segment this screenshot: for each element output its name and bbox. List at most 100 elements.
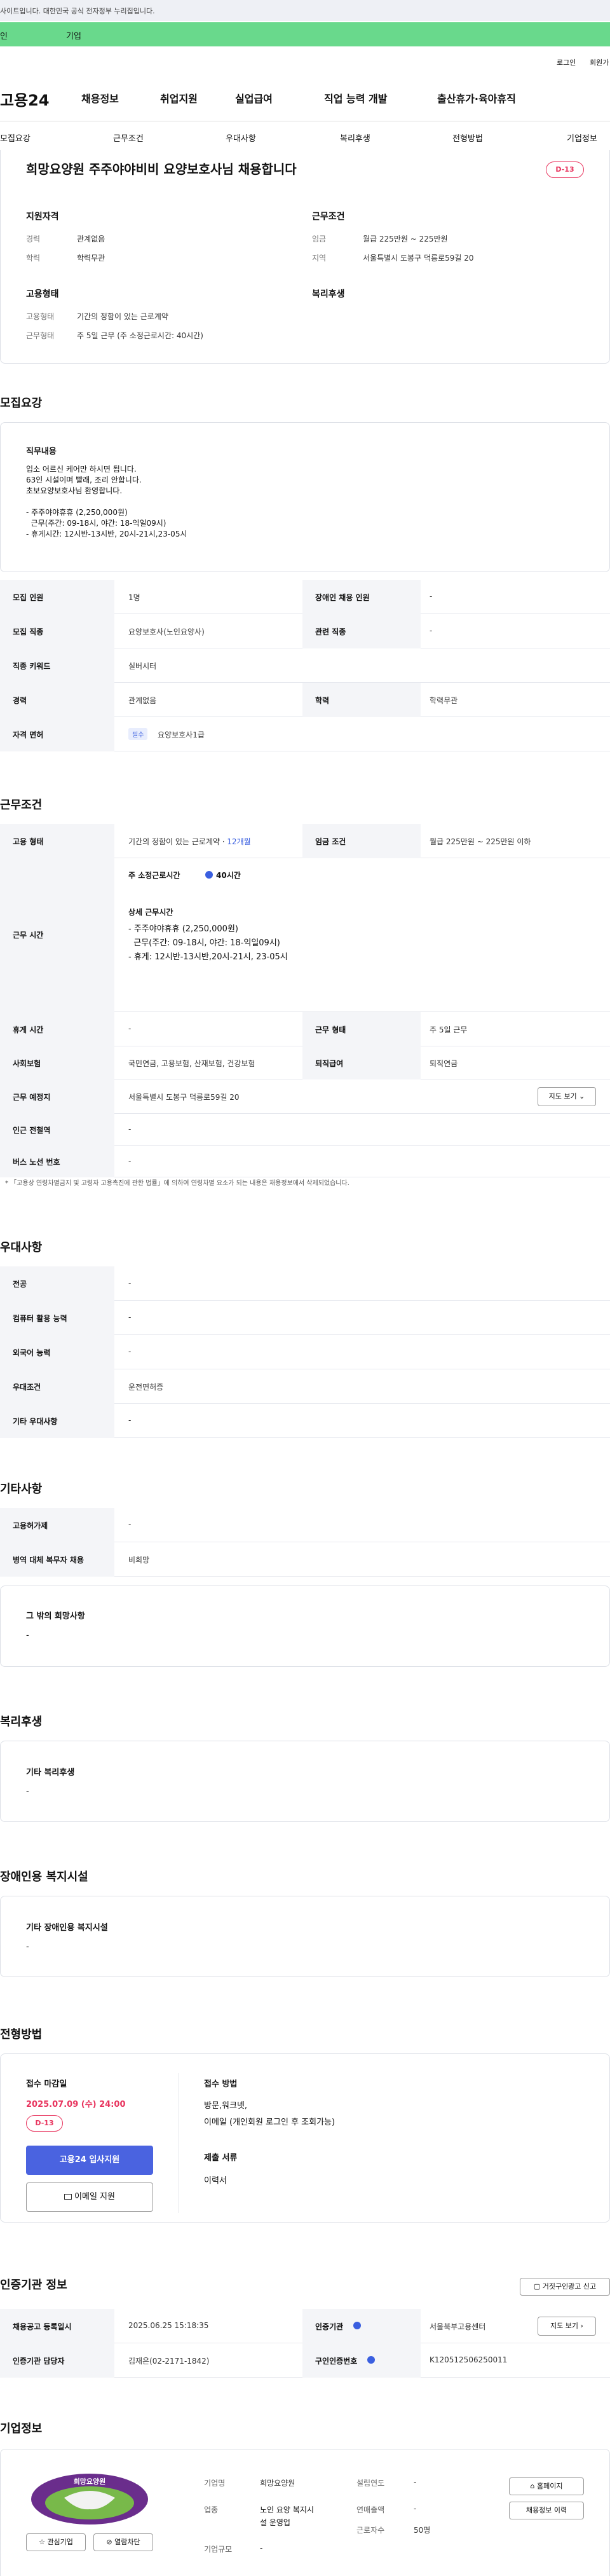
map-button[interactable]: 지도 보기 ⌄ (538, 1087, 596, 1106)
row-value: K120512506250011 (430, 2355, 508, 2364)
email-apply-button[interactable]: 이메일 지원 (26, 2182, 153, 2212)
login-link[interactable]: 로그인 (557, 57, 576, 67)
nav-item-0[interactable]: 채용정보 (81, 90, 119, 106)
table-row: 모집 직종 요양보호사(노인요양사) 관련 직종 - (0, 614, 610, 648)
career-label: 경력 (26, 235, 41, 243)
table-row: 직종 키워드 실버시터 (0, 648, 610, 683)
row-label-cell: 인근 전철역 (0, 1114, 114, 1146)
tab-personal[interactable]: 인 (0, 29, 8, 41)
row-label: 버스 노선 번호 (13, 1158, 60, 1167)
hours-value: 40시간 (216, 871, 241, 880)
hours-head: 주 소정근로시간 (128, 871, 180, 880)
employees-value: 50명 (414, 2526, 431, 2535)
row-label-cell: 병역 대체 복무자 채용 (0, 1542, 114, 1577)
emp-type-text: 기간의 정함이 있는 근로계약 · (128, 837, 227, 846)
favorite-label: 관심기업 (47, 2538, 73, 2546)
row-label-cell: 컴퓨터 활용 능력 (0, 1301, 114, 1335)
row-label: 병역 대체 복무자 채용 (13, 1556, 84, 1565)
table-row: 사회보험 국민연금, 고용보험, 산재보험, 건강보험 퇴직급여 퇴직연금 (0, 1046, 610, 1079)
region-label: 지역 (312, 254, 327, 263)
subnav-item-1[interactable]: 근무조건 (113, 132, 144, 144)
disabled-box-title: 기타 장애인용 복지시설 (26, 1923, 108, 1933)
size-value: - (260, 2544, 263, 2552)
tab-company[interactable]: 기업 (66, 29, 81, 41)
qual-title: 지원자격 (26, 212, 59, 222)
row-label-cell: 근무 예정지 (0, 1079, 114, 1114)
company-name-label: 기업명 (204, 2479, 226, 2488)
site-logo[interactable]: 고용24 (0, 88, 50, 110)
sales-label: 연매출액 (356, 2505, 385, 2514)
signup-link[interactable]: 회원가 (590, 57, 609, 67)
subnav-item-0[interactable]: 모집요강 (0, 132, 30, 144)
block-label: 열람차단 (114, 2538, 140, 2546)
welfare-box-value: - (26, 1787, 29, 1797)
nav-item-4[interactable]: 출산휴가·육아휴직 (437, 90, 516, 106)
section-title-company: 기업정보 (0, 2422, 43, 2436)
table-row: 인근 전철역 - (0, 1114, 610, 1146)
homepage-button[interactable]: ⌂ 홈페이지 (509, 2477, 584, 2495)
agency-map-button[interactable]: 지도 보기 › (538, 2317, 596, 2336)
nav-item-2[interactable]: 실업급여 (235, 90, 273, 106)
table-row: 버스 노선 번호 - (0, 1146, 610, 1177)
row-label: 근무 예정지 (13, 1093, 51, 1102)
row-label-cell: 모집 인원 (0, 580, 114, 614)
svg-text:희망요양원: 희망요양원 (74, 2477, 106, 2486)
row-label: 직종 키워드 (13, 662, 51, 671)
summary-card: 희망요양원 주주야야비비 요양보호사님 채용합니다 D-13 지원자격 경력 관… (0, 150, 610, 364)
map-button-label: 지도 보기 (548, 1092, 577, 1100)
row-label: 우대조건 (13, 1383, 41, 1392)
deadline-label: 접수 마감일 (26, 2079, 67, 2089)
row-label: 임금 조건 (315, 837, 346, 846)
row-label: 기타 우대사항 (13, 1417, 58, 1426)
row-value: - (128, 1416, 132, 1425)
homepage-label: 홈페이지 (537, 2482, 563, 2490)
subnav-item-3[interactable]: 복리후생 (340, 132, 370, 144)
doc-icon: ▢ (533, 2282, 543, 2291)
favorite-company-button[interactable]: ☆ 관심기업 (26, 2533, 86, 2551)
duty-title: 직무내용 (26, 447, 57, 456)
row-label-cell: 우대조건 (0, 1369, 114, 1404)
block-company-button[interactable]: ⊘ 열람차단 (93, 2533, 153, 2551)
disabled-box-value: - (26, 1942, 29, 1952)
row-label: 근무 시간 (13, 931, 44, 940)
row-value: 퇴직연금 (430, 1059, 458, 1068)
row-label-cell: 고용 형태 (0, 824, 114, 858)
table-row: 자격 면허 필수 요양보호사1급 (0, 717, 610, 751)
detail-hours-line: 근무(주간: 09-18시, 야간: 18-익일09시) (128, 938, 280, 948)
industry-label: 업종 (204, 2505, 219, 2514)
report-fake-ad-button[interactable]: ▢ 거짓구인광고 신고 (520, 2278, 610, 2296)
row-label-cell: 구인인증번호 (302, 2343, 421, 2378)
row-value: 운전면허증 (128, 1383, 164, 1392)
other-title: 그 밖의 희망사항 (26, 1612, 85, 1621)
detail-hours-line: - 주주야야휴휴 (2,250,000원) (128, 924, 238, 934)
welfare-box-title: 기타 복리후생 (26, 1768, 75, 1778)
method-line: 이메일 (개인회원 로그인 후 조회가능) (204, 2118, 336, 2127)
member-type-bar: 인 기업 (0, 22, 610, 46)
nav-item-1[interactable]: 취업지원 (160, 90, 198, 106)
size-label: 기업규모 (204, 2545, 233, 2554)
row-label-cell: 장애인 채용 인원 (302, 580, 421, 614)
row-label: 모집 인원 (13, 593, 44, 602)
row-value: 국민연금, 고용보험, 산재보험, 건강보험 (128, 1059, 255, 1068)
info-icon (367, 2356, 375, 2364)
subnav-item-4[interactable]: 전형방법 (452, 132, 483, 144)
row-value: - (128, 1125, 132, 1134)
row-value: 1명 (128, 593, 140, 602)
row-label: 컴퓨터 활용 능력 (13, 1314, 67, 1323)
subnav-item-5[interactable]: 기업정보 (567, 132, 597, 144)
apply-button[interactable]: 고용24 입사지원 (26, 2146, 153, 2175)
nav-item-3[interactable]: 직업 능력 개발 (324, 90, 387, 106)
section-title-welfare: 복리후생 (0, 1715, 43, 1729)
subnav-item-2[interactable]: 우대사항 (226, 132, 256, 144)
row-label-cell: 기타 우대사항 (0, 1404, 114, 1438)
apply-button-label: 고용24 입사지원 (59, 2155, 120, 2165)
row-label-cell: 학력 (302, 683, 421, 717)
row-value: - (128, 1347, 132, 1356)
cond-title: 근무조건 (312, 212, 345, 222)
row-value: - (430, 626, 433, 635)
row-value: 요양보호사1급 (158, 730, 205, 739)
table-row: 우대조건 운전면허증 (0, 1369, 610, 1404)
region-value: 서울특별시 도봉구 덕릉로59길 20 (363, 254, 474, 263)
job-history-button[interactable]: 채용정보 이력 (509, 2502, 584, 2519)
row-label: 학력 (315, 696, 330, 705)
